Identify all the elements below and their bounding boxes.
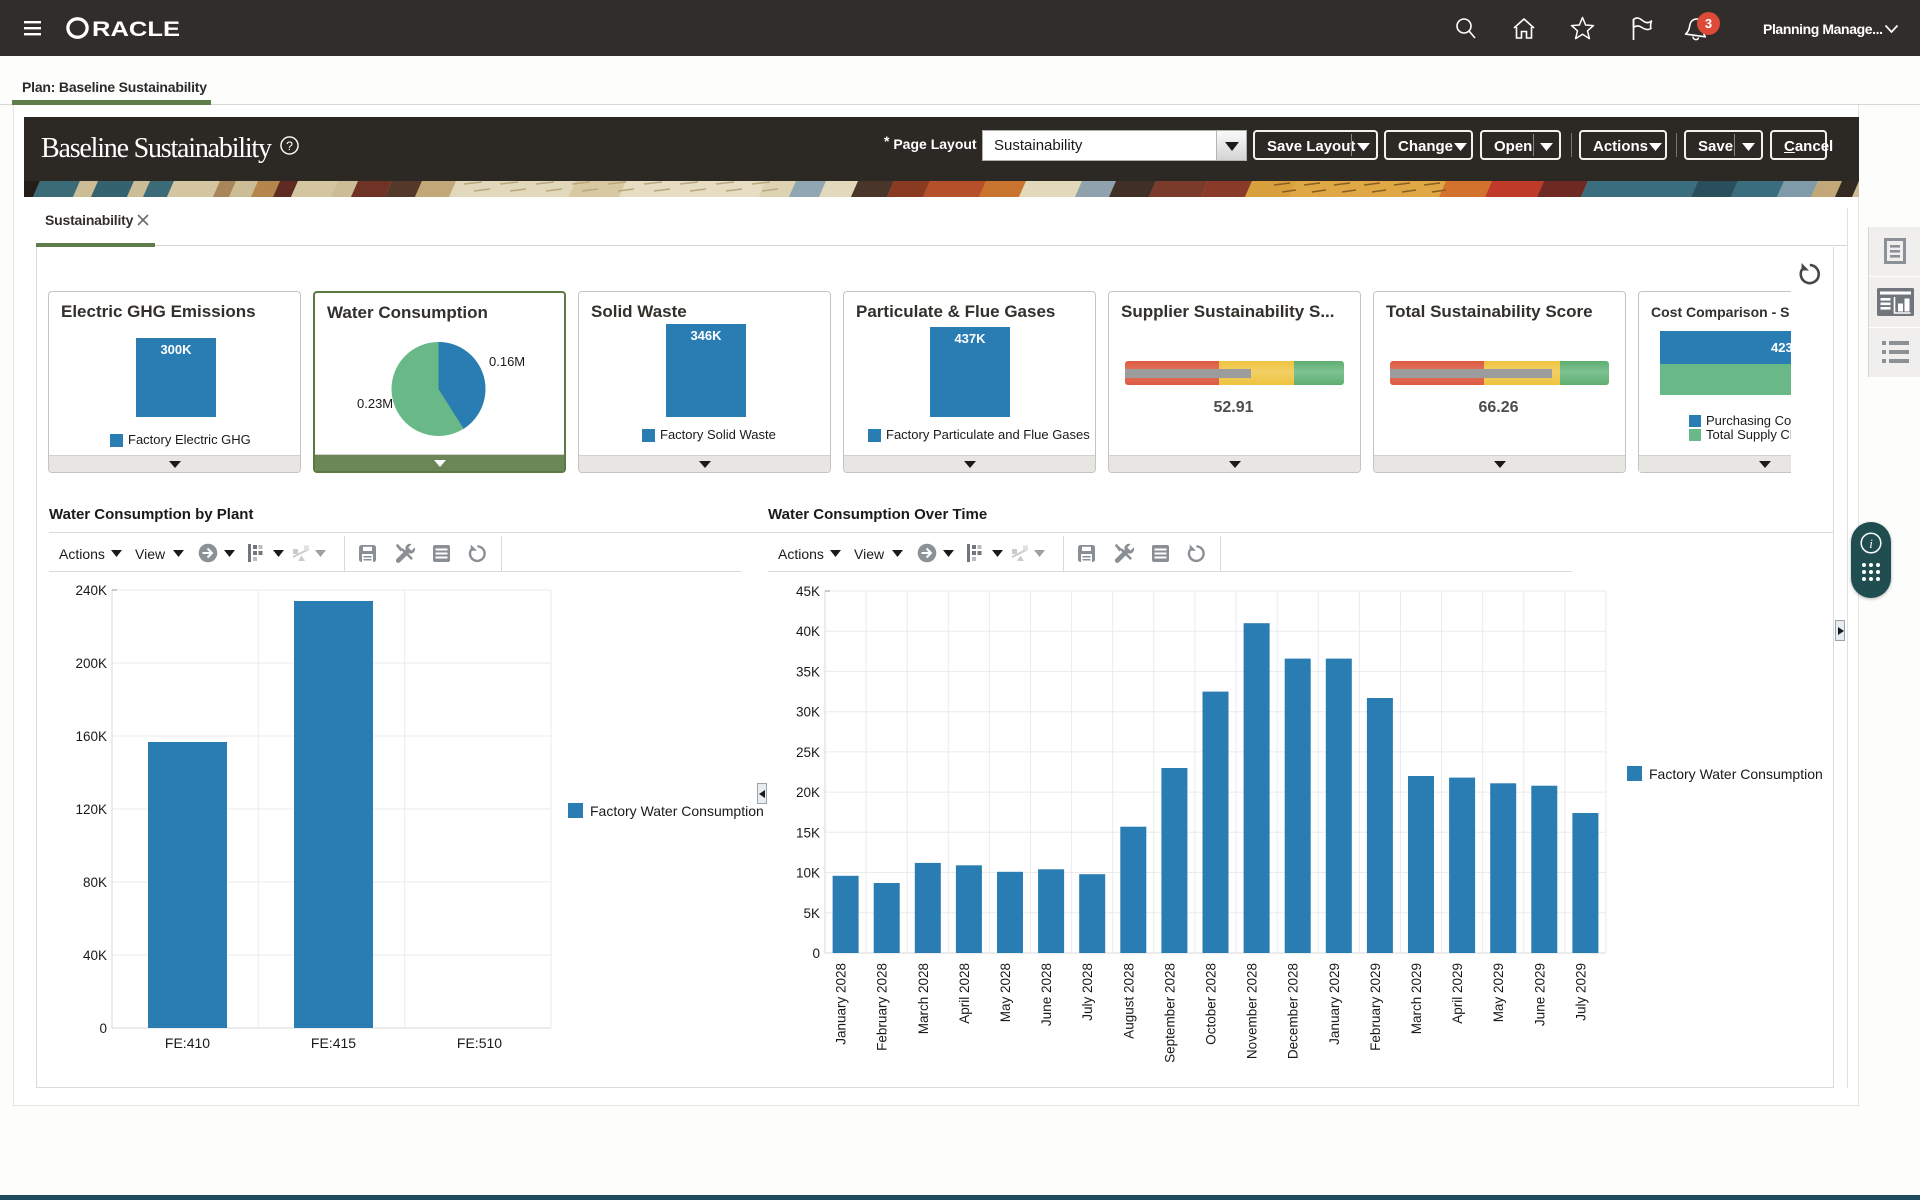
svg-text:120K: 120K: [75, 802, 107, 817]
svg-text:February 2029: February 2029: [1368, 963, 1383, 1051]
svg-text:5K: 5K: [803, 906, 820, 921]
svg-text:15K: 15K: [796, 825, 820, 840]
svg-text:August 2028: August 2028: [1121, 963, 1136, 1039]
svg-text:40K: 40K: [83, 948, 107, 963]
svg-text:November 2028: November 2028: [1245, 963, 1260, 1059]
svg-text:0: 0: [812, 946, 820, 961]
svg-text:January 2029: January 2029: [1327, 963, 1342, 1045]
svg-text:45K: 45K: [796, 584, 820, 599]
svg-text:July 2029: July 2029: [1573, 963, 1588, 1021]
svg-text:80K: 80K: [83, 875, 107, 890]
svg-text:May 2029: May 2029: [1491, 963, 1506, 1022]
svg-text:September 2028: September 2028: [1162, 963, 1177, 1063]
svg-text:200K: 200K: [75, 656, 107, 671]
svg-text:20K: 20K: [796, 785, 820, 800]
svg-text:30K: 30K: [796, 705, 820, 720]
svg-text:25K: 25K: [796, 745, 820, 760]
svg-text:35K: 35K: [796, 664, 820, 679]
svg-text:FE:415: FE:415: [311, 1035, 356, 1051]
svg-text:April 2028: April 2028: [957, 963, 972, 1024]
svg-text:June 2028: June 2028: [1039, 963, 1054, 1026]
svg-text:October 2028: October 2028: [1204, 963, 1219, 1045]
svg-text:i: i: [1869, 536, 1873, 551]
svg-text:January 2028: January 2028: [834, 963, 849, 1045]
svg-text:March 2028: March 2028: [916, 963, 931, 1034]
svg-text:0: 0: [99, 1021, 107, 1036]
svg-text:February 2028: February 2028: [875, 963, 890, 1051]
svg-text:December 2028: December 2028: [1286, 963, 1301, 1059]
svg-text:10K: 10K: [796, 866, 820, 881]
svg-text:May 2028: May 2028: [998, 963, 1013, 1022]
svg-text:FE:410: FE:410: [165, 1035, 210, 1051]
svg-text:40K: 40K: [796, 624, 820, 639]
svg-text:160K: 160K: [75, 729, 107, 744]
svg-text:?: ?: [286, 139, 293, 153]
svg-text:Factory Water Consumption: Factory Water Consumption: [1649, 766, 1823, 782]
svg-text:FE:510: FE:510: [457, 1035, 502, 1051]
svg-text:July 2028: July 2028: [1080, 963, 1095, 1021]
svg-text:Factory Water Consumption: Factory Water Consumption: [590, 803, 764, 819]
svg-text:240K: 240K: [75, 583, 107, 598]
svg-text:June 2029: June 2029: [1532, 963, 1547, 1026]
svg-text:March 2029: March 2029: [1409, 963, 1424, 1034]
svg-text:April 2029: April 2029: [1450, 963, 1465, 1024]
svg-text:RACLE: RACLE: [92, 17, 180, 39]
